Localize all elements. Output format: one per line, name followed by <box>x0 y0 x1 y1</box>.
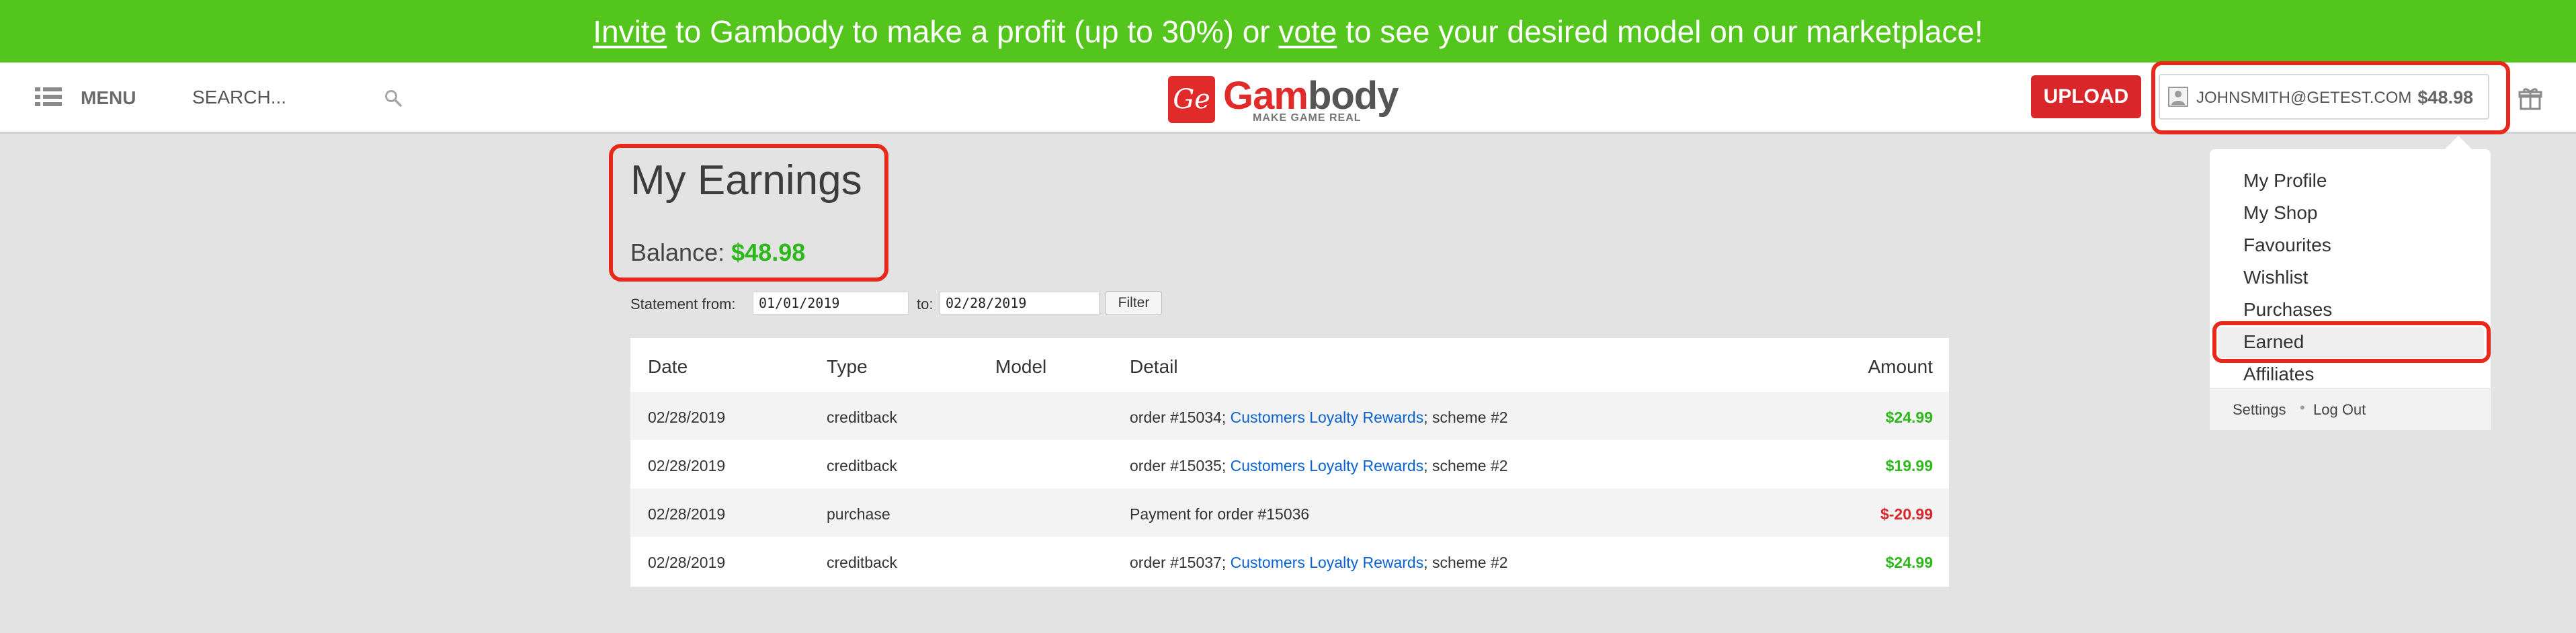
table-row: 02/28/2019 creditback order #15037; Cust… <box>630 537 1949 585</box>
loyalty-rewards-link[interactable]: Customers Loyalty Rewards <box>1231 554 1424 571</box>
upload-button[interactable]: UPLOAD <box>2031 75 2141 118</box>
column-header-amount: Amount <box>1868 356 1934 377</box>
menu-label[interactable]: MENU <box>81 87 136 109</box>
menu-icon[interactable] <box>35 86 62 108</box>
dropdown-item-my-shop[interactable]: My Shop <box>2243 202 2318 224</box>
promo-banner: Invite to Gambody to make a profit (up t… <box>0 0 2576 62</box>
filter-button[interactable]: Filter <box>1106 291 1162 315</box>
cell-detail: Payment for order #15036 <box>1130 505 1309 523</box>
detail-prefix: order #15034; <box>1130 409 1231 426</box>
statement-from-label: Statement from: <box>630 296 736 312</box>
account-dropdown: My Profile My Shop Favourites Wishlist P… <box>2210 149 2491 430</box>
column-header-date: Date <box>648 356 688 377</box>
earned-highlight-outline <box>2212 321 2491 363</box>
logout-link[interactable]: Log Out <box>2313 401 2366 419</box>
title-highlight-outline <box>609 144 888 282</box>
earnings-table: Date Type Model Detail Amount 02/28/2019… <box>630 338 1949 587</box>
detail-suffix: ; scheme #2 <box>1423 409 1508 426</box>
dropdown-item-wishlist[interactable]: Wishlist <box>2243 267 2308 288</box>
vote-link[interactable]: vote <box>1278 13 1337 50</box>
dropdown-item-purchases[interactable]: Purchases <box>2243 299 2332 321</box>
gift-icon[interactable] <box>2518 86 2542 110</box>
logo-wordmark: Gambody <box>1223 73 1399 118</box>
column-header-model: Model <box>995 356 1047 377</box>
table-row: 02/28/2019 creditback order #15034; Cust… <box>630 392 1949 440</box>
detail-prefix: order #15037; <box>1130 554 1231 571</box>
logo-body: body <box>1307 74 1399 118</box>
cell-amount: $-20.99 <box>1880 505 1933 523</box>
loyalty-rewards-link[interactable]: Customers Loyalty Rewards <box>1231 409 1424 426</box>
logo-tagline: MAKE GAME REAL <box>1253 112 1362 124</box>
cell-type: creditback <box>827 409 897 426</box>
detail-prefix: Payment for order #15036 <box>1130 505 1310 523</box>
cell-date: 02/28/2019 <box>648 457 726 474</box>
dropdown-item-favourites[interactable]: Favourites <box>2243 235 2331 256</box>
loyalty-rewards-link[interactable]: Customers Loyalty Rewards <box>1231 457 1424 474</box>
detail-prefix: order #15035; <box>1130 457 1231 474</box>
cell-amount: $19.99 <box>1885 457 1933 474</box>
statement-from-date[interactable] <box>753 292 909 314</box>
table-row: 02/28/2019 creditback order #15035; Cust… <box>630 440 1949 489</box>
cell-amount: $24.99 <box>1885 409 1933 426</box>
account-highlight-outline <box>2151 61 2510 134</box>
dropdown-caret <box>2445 136 2472 149</box>
cell-detail: order #15034; Customers Loyalty Rewards;… <box>1130 409 1508 427</box>
settings-link[interactable]: Settings <box>2233 401 2286 419</box>
column-header-type: Type <box>827 356 868 377</box>
cell-amount: $24.99 <box>1885 554 1933 571</box>
footer-separator: • <box>2300 399 2305 416</box>
logo-gam: Gam <box>1223 74 1308 118</box>
invite-link[interactable]: Invite <box>593 13 667 50</box>
cell-date: 02/28/2019 <box>648 505 726 523</box>
cell-type: purchase <box>827 505 890 523</box>
table-row: 02/28/2019 purchase Payment for order #1… <box>630 489 1949 537</box>
cell-date: 02/28/2019 <box>648 554 726 571</box>
statement-to-date[interactable] <box>940 292 1099 314</box>
promo-text-end: to see your desired model on our marketp… <box>1337 13 1983 49</box>
promo-text-middle: to Gambody to make a profit (up to 30%) … <box>667 13 1279 49</box>
logo-badge: Ge <box>1168 76 1215 123</box>
cell-type: creditback <box>827 554 897 571</box>
cell-type: creditback <box>827 457 897 474</box>
gambody-logo[interactable]: Ge Gambody MAKE GAME REAL <box>1168 72 1399 124</box>
dropdown-item-my-profile[interactable]: My Profile <box>2243 170 2327 192</box>
dropdown-footer: Settings • Log Out <box>2210 388 2491 430</box>
detail-suffix: ; scheme #2 <box>1423 554 1508 571</box>
detail-suffix: ; scheme #2 <box>1423 457 1508 474</box>
statement-to-label: to: <box>917 296 933 312</box>
column-header-detail: Detail <box>1130 356 1178 377</box>
search-input[interactable] <box>192 81 380 114</box>
cell-date: 02/28/2019 <box>648 409 726 426</box>
search-icon[interactable] <box>384 89 402 107</box>
cell-detail: order #15037; Customers Loyalty Rewards;… <box>1130 554 1508 572</box>
dropdown-item-affiliates[interactable]: Affiliates <box>2243 364 2314 385</box>
cell-detail: order #15035; Customers Loyalty Rewards;… <box>1130 457 1508 475</box>
